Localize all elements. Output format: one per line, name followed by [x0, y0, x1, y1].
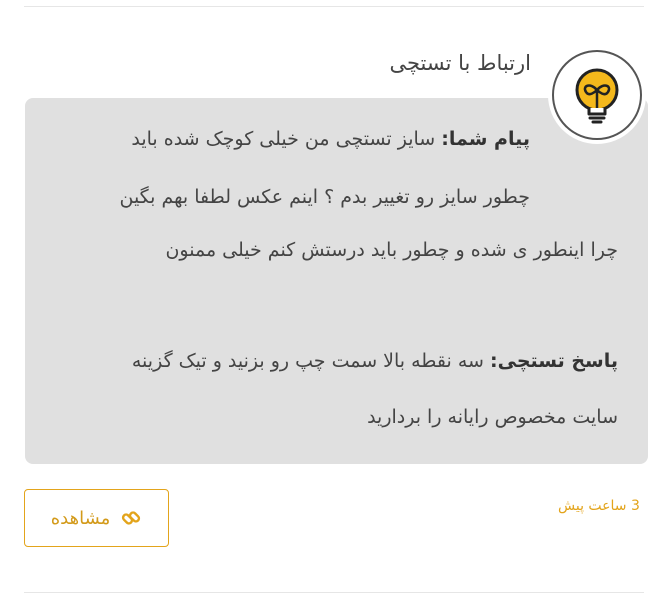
- timestamp: 3 ساعت پیش: [558, 498, 640, 514]
- user-message-line-1: پیام شما: سایز تستچی من خیلی کوچک شده با…: [131, 128, 530, 150]
- reply-label: پاسخ تستچی:: [490, 350, 618, 372]
- view-button-label: مشاهده: [50, 507, 111, 529]
- reply-line-2: سایت مخصوص رایانه را بردارید: [367, 406, 618, 428]
- conversation-title: ارتباط با تستچی: [389, 51, 531, 75]
- user-message-line-2: چطور سایز رو تغییر بدم ؟ اینم عکس لطفا ب…: [119, 186, 530, 208]
- reply-text-1: سه نقطه بالا سمت چپ رو بزنید و تیک گزینه: [131, 350, 484, 372]
- lightbulb-icon: [575, 68, 619, 124]
- user-message-line-3: چرا اینطور ی شده و چطور باید درستش کنم خ…: [165, 239, 618, 261]
- user-message-text-1: سایز تستچی من خیلی کوچک شده باید: [131, 128, 436, 150]
- view-button[interactable]: مشاهده: [24, 489, 169, 547]
- avatar: [552, 50, 642, 140]
- user-message-label: پیام شما:: [441, 128, 530, 150]
- top-divider: [24, 6, 644, 7]
- link-icon: [120, 507, 142, 529]
- message-bubble: پیام شما: سایز تستچی من خیلی کوچک شده با…: [25, 98, 648, 464]
- bottom-divider: [24, 592, 644, 593]
- reply-line-1: پاسخ تستچی: سه نقطه بالا سمت چپ رو بزنید…: [132, 350, 618, 372]
